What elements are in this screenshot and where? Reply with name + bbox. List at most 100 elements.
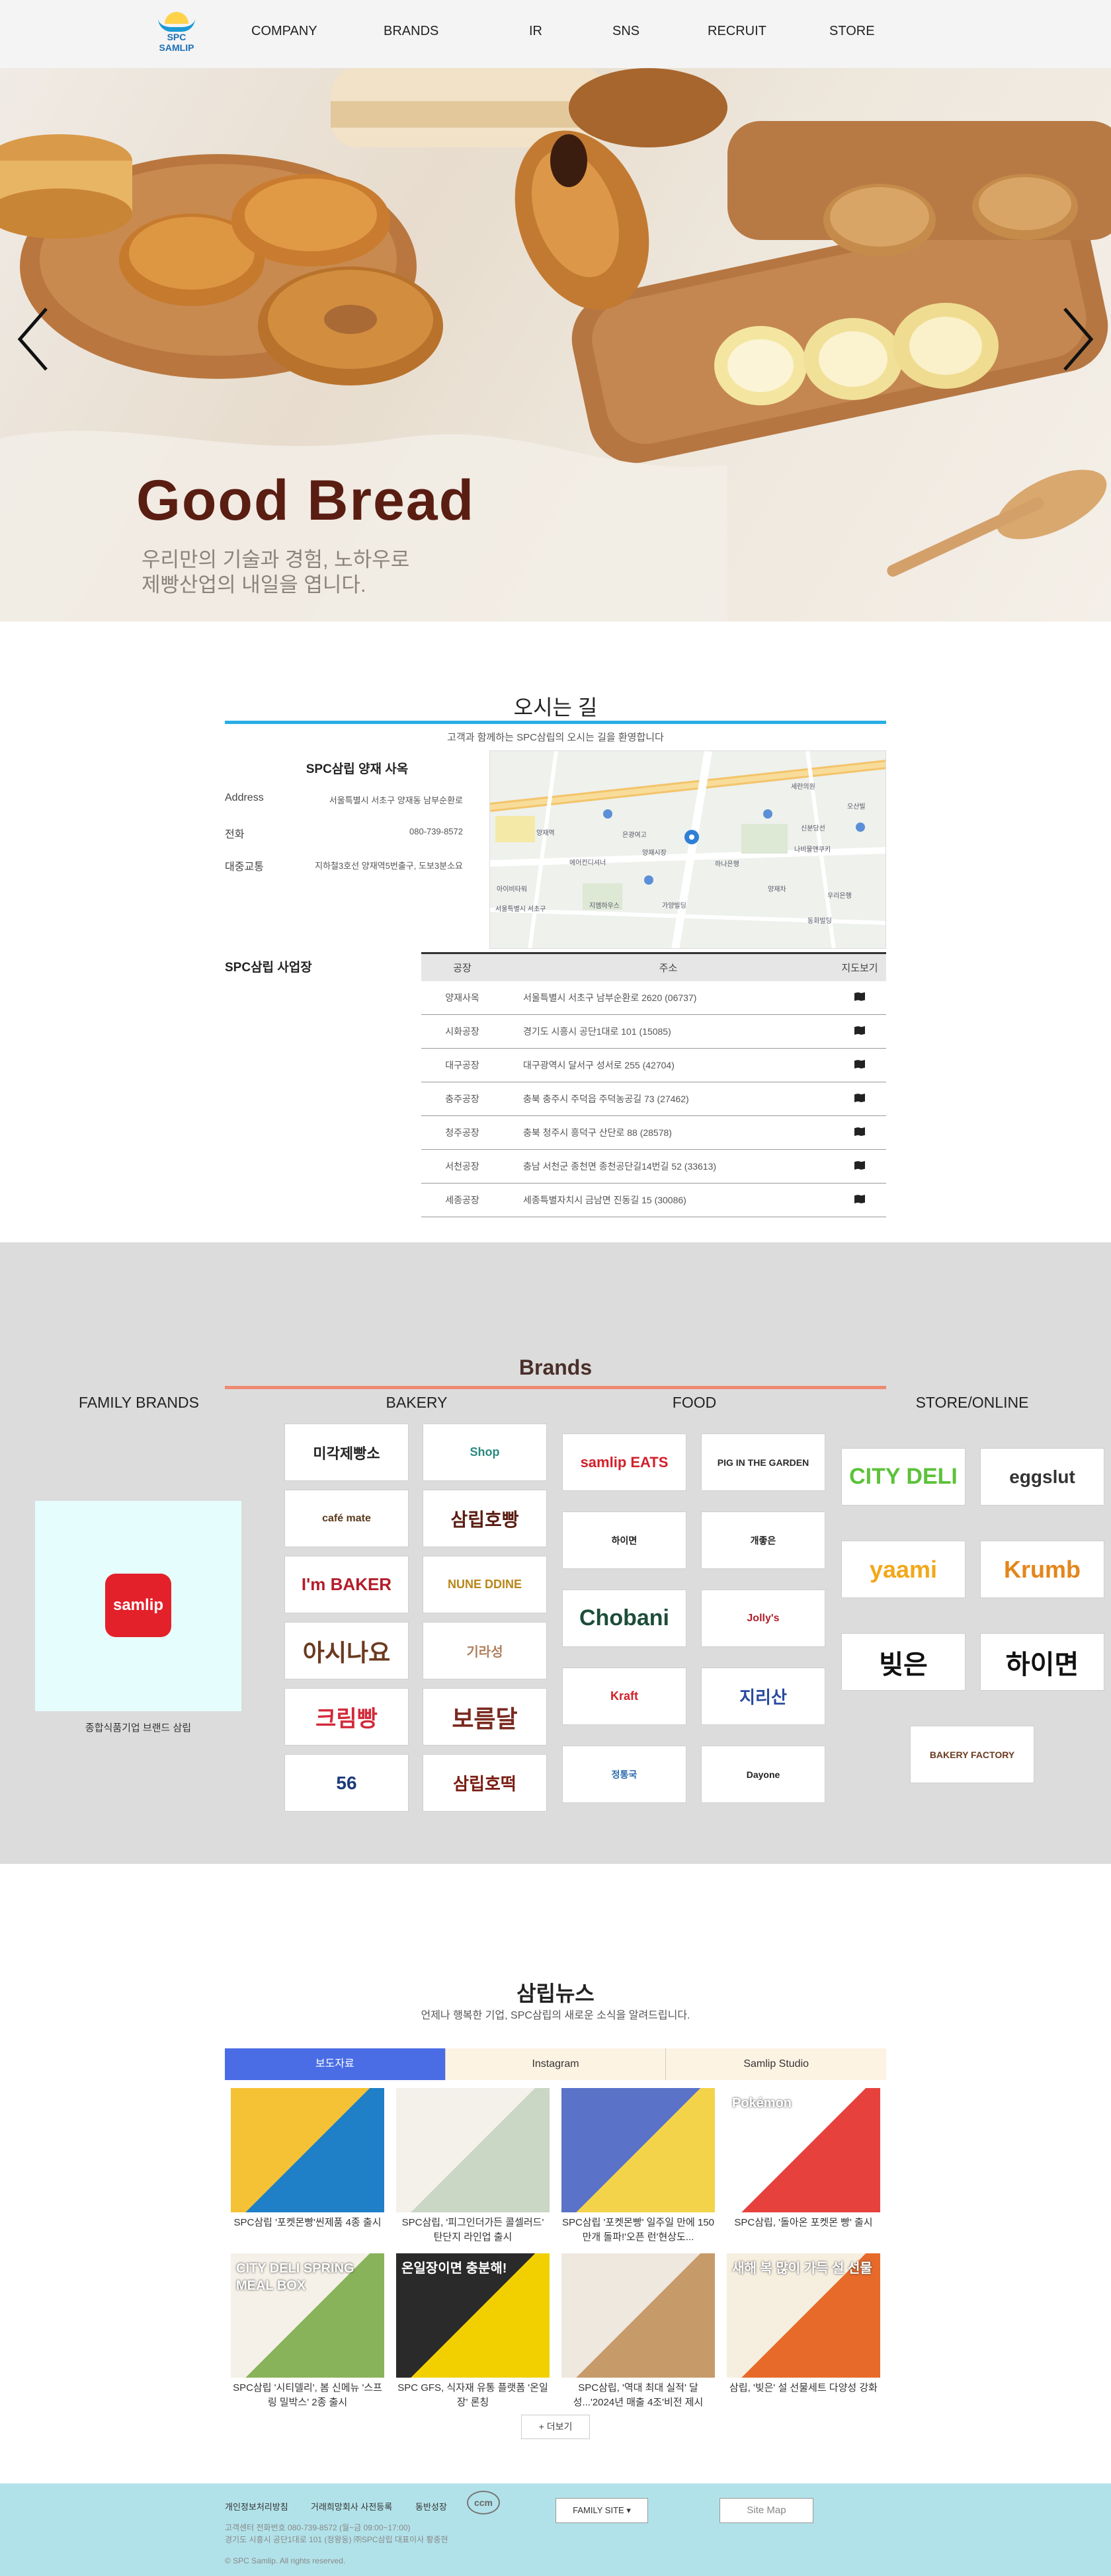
brand-logo-card[interactable]: NUNE DDINE: [423, 1556, 547, 1613]
sites-table-header: 공장 주소 지도보기: [421, 952, 886, 981]
map-view-button[interactable]: [833, 981, 886, 1015]
map-view-button[interactable]: [833, 1082, 886, 1116]
brand-logo-text: 빚은: [879, 1650, 928, 1679]
map-view-button[interactable]: [833, 1115, 886, 1150]
brand-logo-card[interactable]: Krumb: [980, 1541, 1104, 1598]
brand-logo-card[interactable]: 크림빵: [284, 1688, 409, 1746]
brand-logo-card[interactable]: 보름달: [423, 1688, 547, 1746]
hero-prev-arrow-icon[interactable]: [15, 306, 54, 372]
brand-logo-card[interactable]: I'm BAKER: [284, 1556, 409, 1613]
brand-logo-card[interactable]: 개좋은: [701, 1511, 825, 1569]
footer-link-privacy[interactable]: 개인정보처리방침: [225, 2500, 288, 2513]
brand-logo-card[interactable]: 아시나요: [284, 1622, 409, 1679]
map-label: 은광여고: [622, 832, 647, 839]
map-label: 나비물앤쿠키: [794, 846, 831, 854]
brand-logo-card[interactable]: Shop: [423, 1424, 547, 1481]
news-thumbnail: 새해 복 많이 가득 설 선물: [727, 2253, 880, 2378]
brand-logo-card[interactable]: 삼립호빵: [423, 1490, 547, 1547]
news-card[interactable]: SPC삼립 '포켓몬빵' 일주일 만에 150만개 돌파!'오픈 런'현상도..…: [561, 2088, 715, 2245]
brand-logo-card[interactable]: Kraft: [562, 1668, 686, 1725]
hq-address-value: 서울특별시 서초구 양재동 남부순환로: [329, 795, 463, 805]
brand-logo-card[interactable]: Jolly's: [701, 1590, 825, 1647]
map-icon: [854, 1195, 865, 1203]
brand-logo-card[interactable]: CITY DELI: [841, 1448, 966, 1506]
map-view-button[interactable]: [833, 1183, 886, 1217]
nav-recruit[interactable]: RECRUIT: [708, 24, 766, 39]
brand-logo-card[interactable]: eggslut: [980, 1448, 1104, 1506]
news-caption: SPC삼립 '포켓몬빵' 일주일 만에 150만개 돌파!'오픈 런'현상도..…: [561, 2217, 715, 2243]
brand-logo-card[interactable]: 빚은: [841, 1633, 966, 1691]
brand-logo-card[interactable]: 지리산: [701, 1668, 825, 1725]
brand-logo-card[interactable]: 하이면: [562, 1511, 686, 1569]
news-caption: SPC삼립 '시티델리', 봄 신메뉴 '스프링 밀박스' 2종 출시: [233, 2382, 382, 2408]
news-card[interactable]: CITY DELI SPRING MEAL BOX SPC삼립 '시티델리', 봄…: [231, 2253, 384, 2410]
hero-subtitle-line2: 제빵산업의 내일을 엽니다.: [142, 573, 366, 596]
news-card[interactable]: SPC삼립 '포켓몬빵'씬제품 4종 출시: [231, 2088, 384, 2245]
map-label: 지엠하우스: [589, 903, 620, 910]
site-address: 충북 청주시 흥덕구 산단로 88 (28578): [503, 1115, 833, 1150]
map-icon: [854, 1127, 865, 1136]
map-icon: [854, 1161, 865, 1170]
logo-mark-icon: [157, 9, 196, 32]
footer-link-shared-growth[interactable]: 동반성장: [415, 2500, 447, 2513]
site-name: 충주공장: [421, 1082, 503, 1116]
map-view-button[interactable]: [833, 1048, 886, 1082]
news-caption: SPC삼립, '역대 최대 실적' 달성...'2024년 매출 4조'비전 제…: [573, 2382, 704, 2408]
family-brand-card[interactable]: samlip: [35, 1501, 241, 1711]
brand-logo-card[interactable]: 56: [284, 1754, 409, 1812]
brand-logo-card[interactable]: samlip EATS: [562, 1433, 686, 1491]
nav-brands[interactable]: BRANDS: [384, 24, 438, 39]
family-site-label: FAMILY SITE: [573, 2505, 624, 2515]
tab-press-release[interactable]: 보도자료: [225, 2048, 445, 2080]
spc-samlip-logo[interactable]: SPC SAMLIP: [155, 9, 198, 58]
news-thumbnail-text: CITY DELI SPRING MEAL BOX: [236, 2261, 354, 2293]
brand-logo-card[interactable]: 기라성: [423, 1622, 547, 1679]
brand-logo-text: PIG IN THE GARDEN: [717, 1457, 809, 1468]
map-view-button[interactable]: [833, 1149, 886, 1184]
brand-logo-card[interactable]: 하이면: [980, 1633, 1104, 1691]
brand-logo-card[interactable]: Dayone: [701, 1746, 825, 1803]
news-card[interactable]: SPC삼립, '역대 최대 실적' 달성...'2024년 매출 4조'비전 제…: [561, 2253, 715, 2410]
news-thumbnail-text: Pokémon: [732, 2096, 792, 2111]
site-row: 청주공장 충북 청주시 흥덕구 산단로 88 (28578): [421, 1115, 886, 1150]
location-map[interactable]: 서울특별시 서초구 양재역 은광여고 세란의원 오산빌 신분당선 나비물앤쿠키 하나은행 양재시…: [489, 750, 886, 949]
bakery-heading: BAKERY: [386, 1394, 448, 1411]
brand-logo-card[interactable]: yaami: [841, 1541, 966, 1598]
news-card[interactable]: SPC삼립, '피그인더가든 콜셀러드' 탄단지 라인업 출시: [396, 2088, 550, 2245]
family-site-select[interactable]: FAMILY SITE ▾: [556, 2498, 648, 2523]
map-label: 가양빌딩: [662, 903, 686, 910]
nav-store[interactable]: STORE: [829, 24, 875, 39]
news-card[interactable]: 온일장이면 충분해! SPC GFS, 식자재 유통 플랫폼 '온일장' 론칭: [396, 2253, 550, 2410]
site-row: 시화공장 경기도 시흥시 공단1대로 101 (15085): [421, 1014, 886, 1049]
map-icon: [854, 1094, 865, 1102]
nav-company[interactable]: COMPANY: [251, 24, 317, 39]
nav-sns[interactable]: SNS: [612, 24, 639, 39]
brand-logo-card[interactable]: 미각제빵소: [284, 1424, 409, 1481]
brand-logo-text: Dayone: [746, 1769, 780, 1780]
map-view-button[interactable]: [833, 1014, 886, 1049]
site-address: 충남 서천군 종천면 종천공단길14번길 52 (33613): [503, 1149, 833, 1184]
news-thumbnail-text: 온일장이면 충분해!: [401, 2261, 507, 2276]
footer-link-vendor-register[interactable]: 거래희망회사 사전등록: [311, 2500, 392, 2513]
nav-ir[interactable]: IR: [529, 24, 542, 39]
news-card[interactable]: Pokémon SPC삼립, '돌아온 포켓몬 빵' 출시: [727, 2088, 880, 2245]
more-news-button[interactable]: + 더보기: [521, 2415, 590, 2439]
hero-next-arrow-icon[interactable]: [1057, 306, 1096, 372]
brand-logo-text: Chobani: [579, 1605, 669, 1630]
news-card[interactable]: 새해 복 많이 가득 설 선물 삼립, '빚은' 설 선물세트 다양성 강화: [727, 2253, 880, 2410]
brand-logo-card[interactable]: 삼립호떡: [423, 1754, 547, 1812]
brand-logo-card[interactable]: BAKERY FACTORY: [910, 1726, 1034, 1783]
news-thumbnail: CITY DELI SPRING MEAL BOX: [231, 2253, 384, 2378]
map-label: 양재시장: [642, 850, 667, 857]
site-address: 경기도 시흥시 공단1대로 101 (15085): [503, 1014, 833, 1049]
samlip-logo: samlip: [105, 1574, 171, 1637]
hq-name: SPC삼립 양재 사옥: [306, 762, 409, 776]
site-address: 서울특별시 서초구 남부순환로 2620 (06737): [503, 981, 833, 1015]
brand-logo-card[interactable]: PIG IN THE GARDEN: [701, 1433, 825, 1491]
tab-instagram[interactable]: Instagram: [444, 2048, 666, 2080]
brand-logo-card[interactable]: café mate: [284, 1490, 409, 1547]
sitemap-button[interactable]: Site Map: [720, 2498, 813, 2523]
brand-logo-card[interactable]: 정통국: [562, 1746, 686, 1803]
tab-samlip-studio[interactable]: Samlip Studio: [665, 2048, 887, 2080]
brand-logo-card[interactable]: Chobani: [562, 1590, 686, 1647]
